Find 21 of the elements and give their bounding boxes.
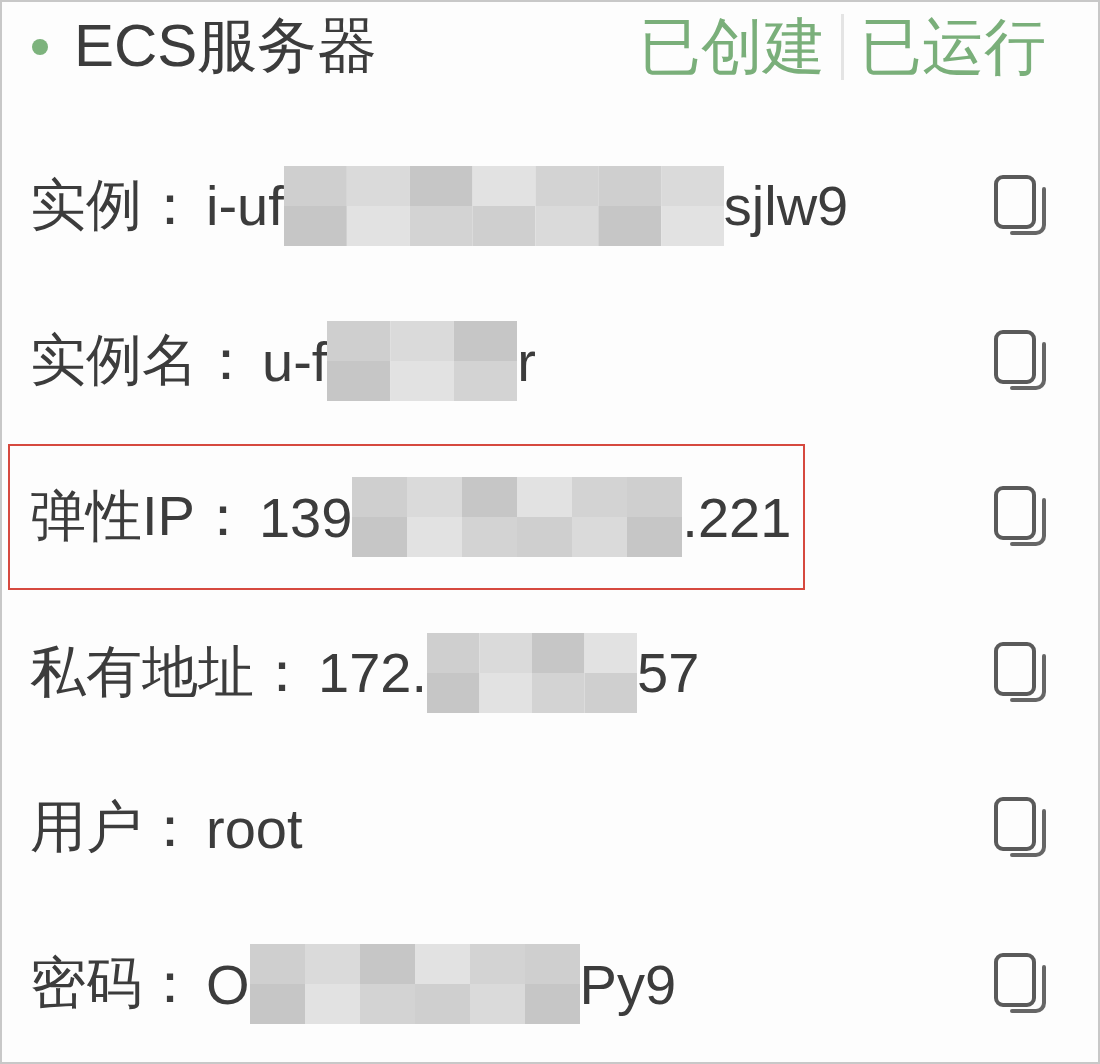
field-value: 57 <box>637 640 700 706</box>
field-value: r <box>517 328 536 394</box>
panel-title: ECS服务器 <box>74 11 378 82</box>
field-value: .221 <box>682 484 792 550</box>
status-label: 已创建 <box>639 10 825 83</box>
field-label: 弹性IP： <box>30 483 251 550</box>
field-value: Py9 <box>579 951 677 1017</box>
field-value: 139 <box>258 484 353 550</box>
field-value: sjlw9 <box>723 173 849 239</box>
field-value: root <box>206 796 303 861</box>
field-label: 用户： <box>30 794 198 861</box>
field-value: O <box>206 951 250 1017</box>
field-label: 密码： <box>30 950 198 1017</box>
field-label: 实例名： <box>30 327 254 394</box>
field-value: u-f <box>262 328 328 394</box>
status-label: 已运行 <box>860 10 1046 83</box>
field-label: 实例： <box>30 171 198 238</box>
field-label: 私有地址： <box>30 638 310 705</box>
field-value: i-uf <box>206 173 284 239</box>
field-value: 172. <box>318 640 427 706</box>
status-dot <box>32 38 48 55</box>
